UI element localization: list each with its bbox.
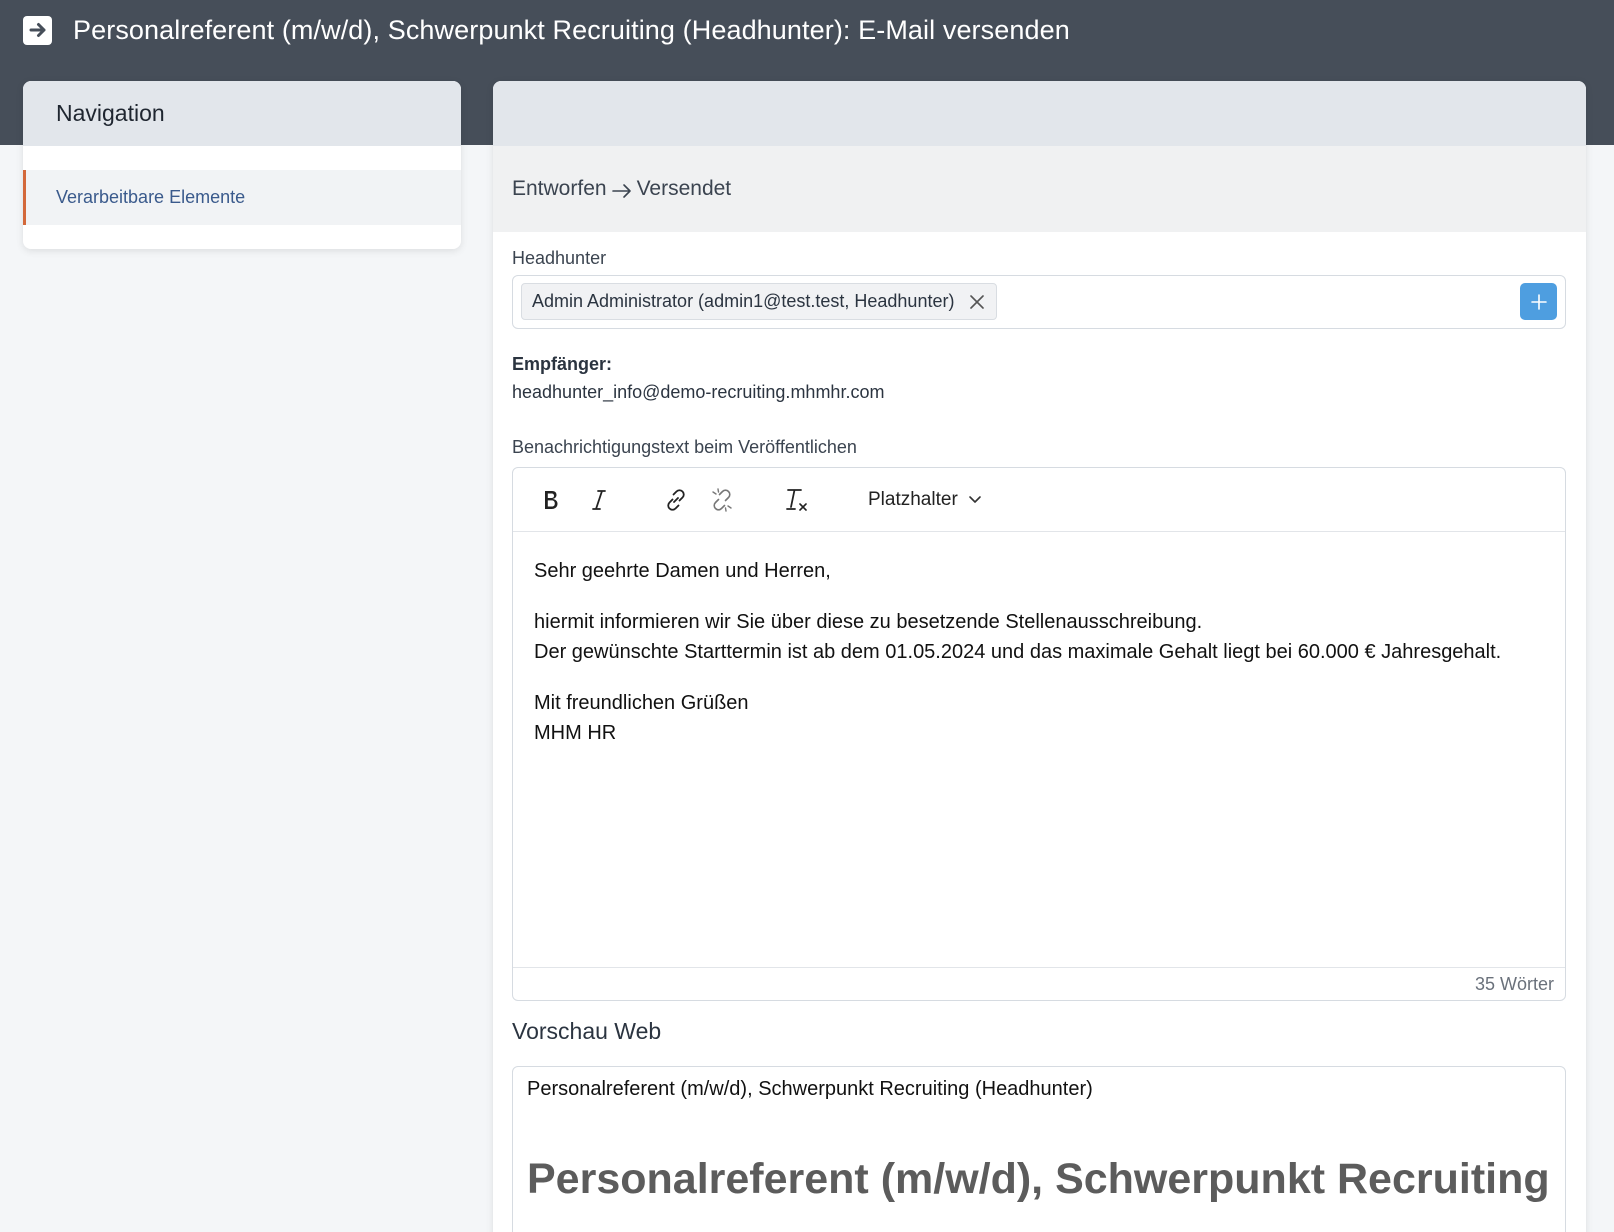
page-title: Personalreferent (m/w/d), Schwerpunkt Re… (73, 14, 1070, 45)
nav-item-label: Verarbeitbare Elemente (56, 187, 246, 207)
navigation-panel: Navigation Verarbeitbare Elemente (23, 81, 461, 249)
headhunter-chip-label: Admin Administrator (admin1@test.test, H… (532, 291, 955, 311)
plus-icon (1530, 293, 1547, 310)
chevron-down-icon (968, 496, 981, 503)
preview-title: Vorschau Web (512, 1018, 662, 1044)
unlink-icon[interactable] (708, 484, 736, 516)
main-panel-header (493, 81, 1586, 146)
navigation-title: Navigation (23, 81, 461, 146)
headhunter-label: Headhunter (512, 248, 607, 268)
title-row: Personalreferent (m/w/d), Schwerpunkt Re… (23, 13, 1070, 47)
editor-content[interactable]: Sehr geehrte Damen und Herren, hiermit i… (513, 532, 1565, 748)
recipient-email: headhunter_info@demo-recruiting.mhmhr.co… (512, 382, 885, 402)
status-from: Entworfen (512, 177, 607, 200)
preview-subject: Personalreferent (m/w/d), Schwerpunkt Re… (527, 1078, 1093, 1100)
email-signature: MHM HR (534, 722, 617, 744)
close-icon[interactable] (970, 294, 985, 309)
email-closing: Mit freundlichen Grüßen (534, 692, 749, 714)
arrow-right-icon[interactable] (23, 15, 52, 45)
arrow-right-icon (611, 177, 633, 201)
editor-toolbar: Platzhalter (513, 468, 1565, 532)
main-panel: Entworfen Versendet Headhunter Admin Adm… (493, 81, 1586, 1232)
placeholder-dropdown-label: Platzhalter (868, 489, 958, 510)
add-headhunter-button[interactable] (1520, 283, 1557, 320)
email-paragraph: hiermit informieren wir Sie über diese z… (534, 607, 1544, 667)
headhunter-select[interactable]: Admin Administrator (admin1@test.test, H… (512, 275, 1566, 329)
email-line: Der gewünschte Starttermin ist ab dem 01… (534, 641, 1502, 663)
italic-icon[interactable] (586, 484, 612, 516)
word-count: 35 Wörter (513, 967, 1565, 1000)
recipient-label: Empfänger: (512, 354, 613, 374)
bold-icon[interactable] (538, 484, 564, 516)
notification-text-label: Benachrichtigungstext beim Veröffentlich… (512, 437, 857, 457)
preview-heading: Personalreferent (m/w/d), Schwerpunkt Re… (527, 1155, 1550, 1203)
link-icon[interactable] (662, 484, 690, 516)
headhunter-chip: Admin Administrator (admin1@test.test, H… (521, 283, 998, 320)
placeholder-dropdown[interactable]: Platzhalter (868, 484, 982, 516)
rich-text-editor: Platzhalter Sehr geehrte Damen und Herre… (512, 467, 1566, 1001)
status-to: Versendet (636, 177, 732, 200)
email-closing-block: Mit freundlichen Grüßen MHM HR (534, 688, 1544, 748)
email-line: hiermit informieren wir Sie über diese z… (534, 611, 1203, 633)
email-greeting: Sehr geehrte Damen und Herren, (534, 560, 831, 582)
web-preview: Personalreferent (m/w/d), Schwerpunkt Re… (512, 1066, 1566, 1232)
clear-formatting-icon[interactable] (783, 484, 811, 516)
status-transition: Entworfen Versendet (493, 146, 1586, 232)
nav-item-verarbeitbare-elemente[interactable]: Verarbeitbare Elemente (23, 170, 461, 225)
